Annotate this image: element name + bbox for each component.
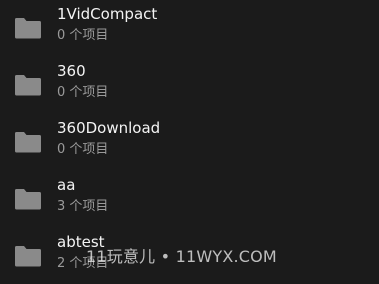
folder-icon (13, 244, 43, 268)
folder-row-aa[interactable]: aa 3 个项目 (0, 171, 379, 227)
folder-row-1vidcompact[interactable]: 1VidCompact 0 个项目 (0, 0, 379, 56)
folder-name: 360Download (57, 119, 161, 137)
folder-icon (13, 187, 43, 211)
folder-row-360download[interactable]: 360Download 0 个项目 (0, 114, 379, 170)
folder-icon (13, 16, 43, 40)
folder-item-count: 0 个项目 (57, 142, 109, 157)
folder-row-360[interactable]: 360 0 个项目 (0, 57, 379, 113)
folder-item-count: 0 个项目 (57, 28, 109, 43)
folder-name: 1VidCompact (57, 5, 158, 23)
folder-icon (13, 73, 43, 97)
folder-item-count: 3 个项目 (57, 199, 109, 214)
folder-item-count: 0 个项目 (57, 85, 109, 100)
folder-icon (13, 130, 43, 154)
folder-name: 360 (57, 62, 86, 80)
watermark-text: 11玩意儿 • 11WYX.COM (86, 247, 277, 266)
folder-list: 1VidCompact 0 个项目 360 0 个项目 360Download … (0, 0, 379, 279)
folder-name: aa (57, 176, 76, 194)
